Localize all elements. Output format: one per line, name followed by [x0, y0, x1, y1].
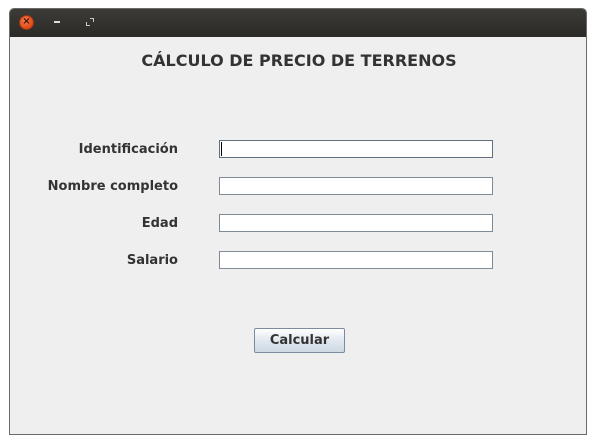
nombre-completo-input[interactable]: [219, 177, 493, 195]
app-window: × CÁLCULO DE PRECIO DE TERRENOS Identifi…: [9, 8, 587, 435]
identificacion-input[interactable]: [219, 140, 493, 158]
title-bar[interactable]: ×: [10, 9, 586, 37]
nombre-completo-label: Nombre completo: [47, 179, 178, 194]
page-title: CÁLCULO DE PRECIO DE TERRENOS: [141, 51, 457, 70]
calcular-button[interactable]: Calcular: [254, 328, 345, 353]
salario-label: Salario: [126, 253, 178, 268]
edad-input[interactable]: [219, 214, 493, 232]
edad-label: Edad: [141, 216, 178, 231]
close-icon[interactable]: ×: [19, 15, 34, 30]
maximize-icon[interactable]: [86, 18, 94, 26]
text-caret: [221, 142, 222, 156]
minimize-icon[interactable]: [54, 21, 60, 23]
identificacion-label: Identificación: [78, 142, 178, 157]
salario-input[interactable]: [219, 251, 493, 269]
